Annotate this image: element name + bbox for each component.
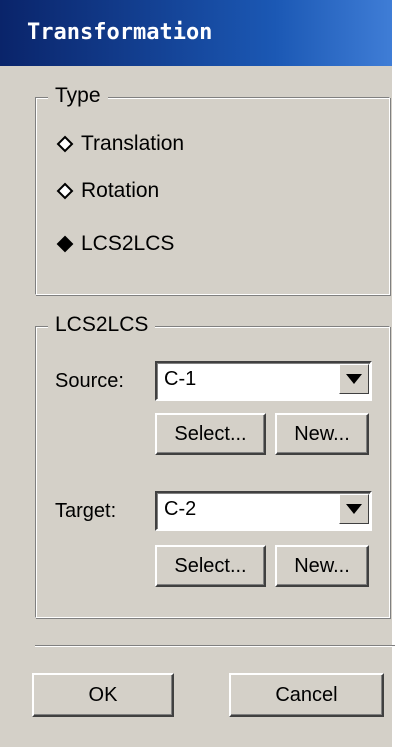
footer-separator (35, 645, 395, 647)
target-new-button-label: New... (294, 554, 350, 577)
dropdown-arrow-icon (346, 374, 362, 384)
ok-button-label: OK (88, 683, 118, 706)
window-title: Transformation (27, 20, 213, 45)
radio-lcs2lcs[interactable]: LCS2LCS (55, 232, 174, 256)
source-new-button-label: New... (294, 422, 350, 445)
target-label: Target: (55, 500, 117, 522)
dropdown-arrow-icon (346, 504, 362, 514)
lcs2lcs-group-legend: LCS2LCS (48, 313, 156, 337)
source-label: Source: (55, 370, 124, 392)
source-dropdown-button[interactable] (339, 364, 369, 394)
window-edge (392, 0, 403, 747)
source-combobox-value: C-1 (164, 368, 197, 390)
cancel-button[interactable]: Cancel (229, 673, 384, 717)
target-new-button[interactable]: New... (275, 545, 369, 587)
radio-translation[interactable]: Translation (55, 132, 184, 156)
target-select-button-label: Select... (174, 554, 247, 577)
target-dropdown-button[interactable] (339, 494, 369, 524)
transformation-dialog: Transformation Type Translation Rotation… (0, 0, 403, 747)
radio-diamond-empty-icon (56, 182, 74, 200)
title-bar[interactable]: Transformation (0, 0, 392, 66)
source-new-button[interactable]: New... (275, 413, 369, 455)
source-combobox[interactable]: C-1 (155, 361, 372, 401)
radio-rotation-label: Rotation (81, 179, 160, 202)
radio-lcs2lcs-label: LCS2LCS (81, 232, 175, 255)
target-combobox-value: C-2 (164, 498, 197, 520)
radio-rotation[interactable]: Rotation (55, 179, 159, 203)
target-select-button[interactable]: Select... (155, 545, 266, 587)
type-group-legend: Type (48, 84, 108, 108)
source-select-button-label: Select... (174, 422, 247, 445)
radio-translation-label: Translation (81, 132, 185, 155)
radio-diamond-empty-icon (56, 135, 74, 153)
ok-button[interactable]: OK (32, 673, 174, 717)
radio-diamond-filled-icon (56, 235, 74, 253)
target-combobox[interactable]: C-2 (155, 491, 372, 531)
cancel-button-label: Cancel (275, 683, 338, 706)
source-select-button[interactable]: Select... (155, 413, 266, 455)
